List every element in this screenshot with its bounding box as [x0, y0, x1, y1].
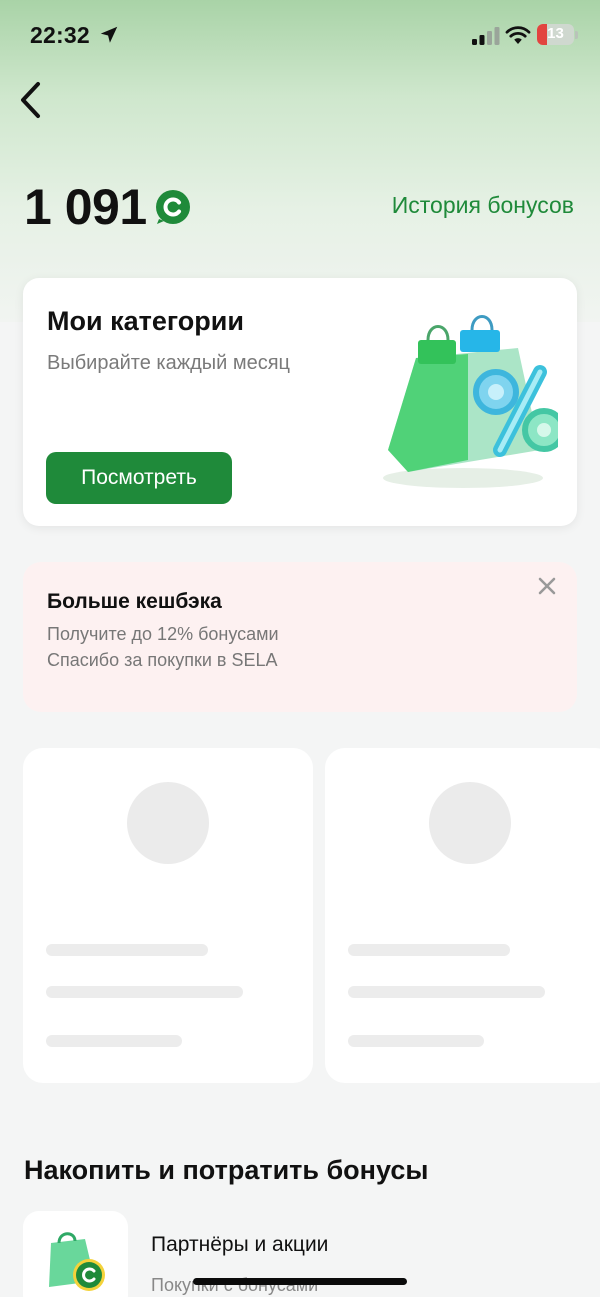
cashback-text-line-1: Получите до 12% бонусами	[47, 624, 279, 644]
categories-subtitle: Выбирайте каждый месяц	[47, 352, 290, 374]
skeleton-line	[348, 1035, 484, 1047]
battery-level: 13	[547, 25, 564, 42]
cashback-text-line-2: Спасибо за покупки в SELA	[47, 650, 278, 670]
categories-title: Мои категории	[47, 306, 244, 336]
back-button[interactable]	[14, 78, 50, 122]
cashback-title: Больше кешбэка	[47, 590, 222, 613]
close-icon[interactable]	[535, 574, 559, 598]
view-categories-button[interactable]: Посмотреть	[46, 452, 232, 504]
partner-bag-icon	[49, 1232, 105, 1291]
loading-placeholder-card	[23, 748, 313, 1083]
loading-placeholder-card	[325, 748, 600, 1083]
bonus-history-link[interactable]: История бонусов	[392, 192, 574, 219]
chevron-left-icon	[21, 82, 40, 118]
my-categories-card[interactable]: Мои категории Выбирайте каждый месяц Пос…	[23, 278, 577, 526]
cashback-banner[interactable]: Больше кешбэка Получите до 12% бонусами …	[23, 562, 577, 712]
skeleton-avatar	[429, 782, 511, 864]
partners-thumbnail[interactable]	[23, 1211, 128, 1297]
cellular-signal-icon	[472, 27, 500, 45]
location-arrow-icon	[100, 26, 118, 43]
skeleton-line	[348, 944, 510, 956]
status-bar: 22:32 13	[0, 0, 600, 72]
skeleton-line	[46, 1035, 182, 1047]
section-title: Накопить и потратить бонусы	[24, 1155, 429, 1185]
skeleton-line	[348, 986, 545, 998]
bonus-coin-icon	[156, 190, 190, 224]
wifi-icon	[505, 26, 531, 44]
skeleton-avatar	[127, 782, 209, 864]
battery-icon: 13	[537, 24, 574, 45]
home-indicator[interactable]	[193, 1278, 407, 1285]
partners-title[interactable]: Партнёры и акции	[151, 1233, 328, 1257]
skeleton-line	[46, 986, 243, 998]
status-time: 22:32	[30, 22, 90, 48]
battery-tip	[575, 31, 578, 39]
shopping-bag-percent-illustration	[383, 315, 558, 488]
skeleton-line	[46, 944, 208, 956]
bonus-balance: 1 091	[24, 179, 147, 235]
